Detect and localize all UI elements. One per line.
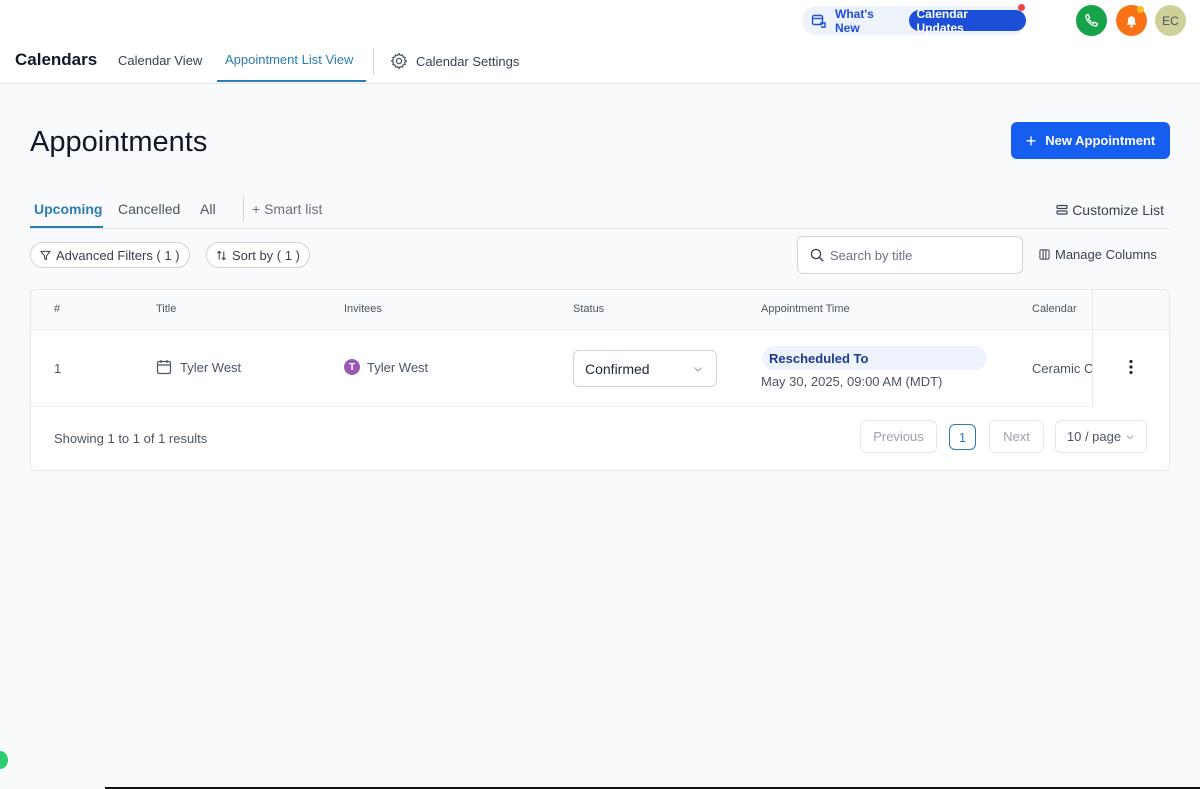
tab-appointment-list-view[interactable]: Appointment List View	[225, 52, 353, 67]
user-avatar[interactable]: EC	[1155, 5, 1186, 36]
chat-widget-dot[interactable]	[0, 751, 8, 769]
new-appointment-label: New Appointment	[1045, 133, 1156, 148]
customize-icon	[1056, 204, 1068, 215]
more-vertical-icon	[1129, 359, 1133, 375]
notification-dot	[1018, 4, 1025, 11]
app-title: Calendars	[15, 50, 98, 69]
manage-columns-button[interactable]: Manage Columns	[1039, 247, 1157, 262]
column-header-appointment-time: Appointment Time	[761, 303, 850, 315]
advanced-filters-button[interactable]: Advanced Filters ( 1 )	[30, 242, 190, 268]
next-page-button[interactable]: Next	[989, 420, 1044, 453]
table-row[interactable]: 1 Tyler West T Tyler West Confirmed Resc…	[31, 330, 1169, 407]
calendar-settings-link[interactable]: Calendar Settings	[390, 52, 519, 70]
active-tab-indicator	[217, 80, 366, 82]
top-bar: What's New Calendar Updates EC Calendars…	[0, 0, 1200, 84]
calendar-updates-badge[interactable]: Calendar Updates	[908, 7, 1026, 35]
calendar-icon	[156, 360, 172, 375]
row-title-label: Tyler West	[180, 359, 242, 375]
actions-column	[1092, 290, 1169, 407]
customize-list-label: Customize List	[1072, 202, 1164, 218]
active-subtab-indicator	[30, 226, 103, 228]
new-appointment-button[interactable]: + New Appointment	[1011, 122, 1170, 159]
column-header-title: Title	[156, 303, 177, 315]
status-value: Confirmed	[585, 360, 650, 377]
invitee-avatar: T	[344, 359, 360, 375]
smart-list-button[interactable]: + Smart list	[252, 201, 322, 217]
manage-columns-label: Manage Columns	[1055, 247, 1157, 262]
search-input[interactable]	[830, 247, 1010, 263]
bell-badge-dot	[1137, 6, 1144, 13]
page-size-select[interactable]: 10 / page	[1055, 420, 1147, 453]
row-invitee-label: Tyler West	[367, 359, 429, 375]
tab-calendar-view[interactable]: Calendar View	[118, 53, 202, 68]
column-header-invitees: Invitees	[344, 303, 382, 315]
sort-icon	[217, 250, 226, 260]
page-number-button[interactable]: 1	[949, 424, 976, 450]
calendar-settings-label: Calendar Settings	[416, 53, 520, 69]
column-header-status: Status	[573, 303, 605, 315]
page-size-value: 10 / page	[1066, 429, 1122, 444]
subtab-divider	[243, 196, 244, 222]
row-calendar: Ceramic C	[1032, 361, 1094, 376]
status-dropdown[interactable]: Confirmed	[573, 350, 717, 387]
calendar-update-icon	[811, 13, 827, 29]
plus-icon: +	[1025, 130, 1037, 151]
sort-by-label: Sort by ( 1 )	[232, 247, 300, 263]
tab-cancelled[interactable]: Cancelled	[118, 201, 180, 217]
column-header-index: #	[54, 303, 61, 315]
advanced-filters-label: Advanced Filters ( 1 )	[56, 247, 180, 263]
table-header: # Title Invitees Status Appointment Time…	[31, 290, 1169, 330]
whats-new-pill[interactable]: What's New Calendar Updates	[802, 6, 1026, 35]
customize-list-button[interactable]: Customize List	[1056, 202, 1164, 218]
whats-new-label: What's New	[835, 6, 874, 35]
phone-icon	[1085, 13, 1099, 27]
chevron-down-icon	[1126, 434, 1134, 439]
chevron-down-icon	[694, 367, 702, 372]
main-nav: Calendars Calendar View Appointment List…	[0, 44, 1200, 84]
row-index: 1	[54, 361, 62, 376]
bell-icon	[1126, 15, 1137, 28]
appointments-table-card: # Title Invitees Status Appointment Time…	[30, 289, 1170, 471]
phone-button[interactable]	[1076, 5, 1107, 36]
previous-page-button[interactable]: Previous	[860, 420, 937, 453]
row-invitee[interactable]: T Tyler West	[344, 359, 428, 375]
row-actions-button[interactable]	[1123, 357, 1139, 377]
appointment-tabs: Upcoming Cancelled All + Smart list Cust…	[30, 190, 1170, 229]
nav-divider	[373, 48, 374, 74]
search-box	[797, 236, 1023, 274]
rescheduled-badge: Rescheduled To	[762, 346, 987, 370]
page-title: Appointments	[30, 126, 208, 158]
columns-icon	[1039, 249, 1050, 260]
sort-by-button[interactable]: Sort by ( 1 )	[206, 242, 310, 268]
filter-icon	[40, 250, 51, 260]
tab-upcoming[interactable]: Upcoming	[34, 201, 102, 217]
tab-all[interactable]: All	[200, 201, 216, 217]
gear-icon	[390, 52, 408, 70]
appointment-time: May 30, 2025, 09:00 AM (MDT)	[761, 374, 943, 389]
actions-column-header	[1093, 290, 1169, 330]
results-summary: Showing 1 to 1 of 1 results	[54, 431, 208, 446]
row-title[interactable]: Tyler West	[156, 359, 241, 375]
search-icon	[810, 248, 824, 262]
column-header-calendar: Calendar	[1032, 303, 1077, 315]
